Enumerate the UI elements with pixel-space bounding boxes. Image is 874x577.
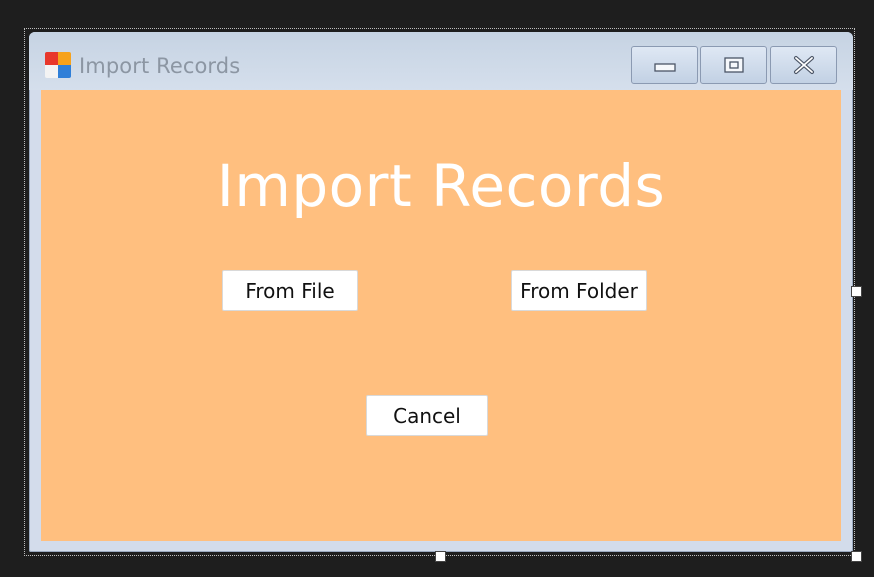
resize-handle-corner[interactable] xyxy=(851,551,862,562)
minimize-icon xyxy=(653,63,676,72)
cancel-button[interactable]: Cancel xyxy=(366,395,488,436)
close-icon xyxy=(793,56,814,74)
designer-surface: Import Records Import Records From File … xyxy=(0,0,874,577)
maximize-button[interactable] xyxy=(700,46,767,84)
resize-handle-bottom[interactable] xyxy=(435,551,446,562)
resize-handle-right[interactable] xyxy=(851,286,862,297)
page-title: Import Records xyxy=(216,152,666,220)
form-window[interactable]: Import Records Import Records From File … xyxy=(29,32,853,552)
maximize-icon xyxy=(723,57,744,73)
minimize-button[interactable] xyxy=(631,46,698,84)
close-button[interactable] xyxy=(770,46,837,84)
form-client-area: Import Records From File From Folder Can… xyxy=(41,90,841,541)
title-bar[interactable]: Import Records xyxy=(29,32,853,90)
app-icon xyxy=(45,52,72,79)
from-file-button[interactable]: From File xyxy=(222,270,358,311)
from-folder-button[interactable]: From Folder xyxy=(511,270,647,311)
window-title: Import Records xyxy=(79,54,241,78)
